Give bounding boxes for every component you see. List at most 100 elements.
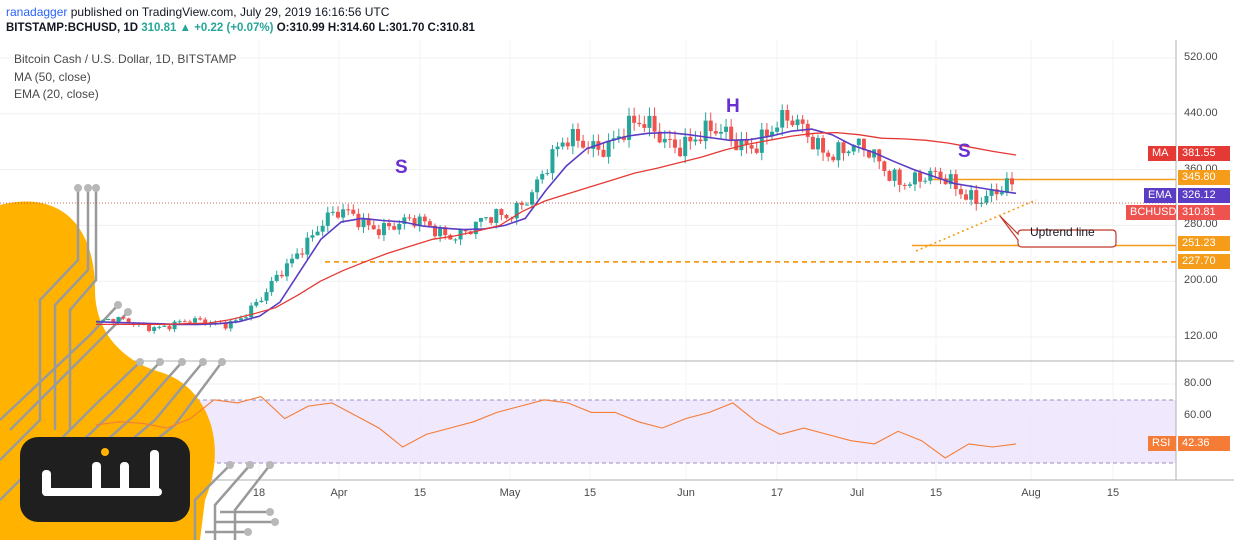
candle-body	[892, 169, 897, 181]
candle-body	[387, 223, 392, 227]
author-link[interactable]: ranadagger	[6, 5, 67, 19]
ohlc-values: O:310.99 H:314.60 L:301.70 C:310.81	[276, 22, 475, 34]
symbol-name: BITSTAMP:BCHUSD, 1D	[6, 22, 139, 34]
candle-body	[147, 324, 152, 331]
circuit-node	[74, 184, 82, 192]
candle-body	[683, 136, 688, 157]
candle-body	[560, 142, 565, 147]
candle-body	[499, 209, 504, 216]
candle-body	[810, 136, 815, 150]
candle-body	[101, 319, 106, 321]
candle-body	[718, 131, 723, 134]
candle-body	[688, 136, 693, 142]
circuit-node	[271, 518, 279, 526]
candle-body	[381, 223, 386, 236]
candle-body	[392, 226, 397, 230]
candle-body	[790, 120, 795, 126]
candle-body	[555, 146, 560, 150]
symbol-line: BITSTAMP:BCHUSD, 1D 310.81 ▲ +0.22 (+0.0…	[6, 22, 475, 34]
candle-body	[341, 209, 346, 218]
candle-body	[958, 189, 963, 195]
candle-body	[259, 300, 264, 302]
candlesticks	[96, 104, 1014, 334]
candle-body	[290, 258, 295, 264]
candle-body	[254, 301, 259, 306]
price-tick-label: 520.00	[1184, 51, 1218, 63]
candle-body	[238, 318, 243, 321]
candle-body	[453, 239, 458, 241]
date-tick-label: Apr	[330, 487, 348, 499]
candle-body	[754, 148, 759, 153]
candle-body	[269, 280, 274, 293]
candle-body	[295, 253, 300, 259]
candle-body	[279, 274, 284, 277]
price-tick-label: 280.00	[1184, 218, 1218, 231]
candle-body	[999, 192, 1004, 195]
candle-body	[969, 190, 974, 200]
candle-body	[923, 180, 928, 182]
pattern-left-shoulder: S	[395, 157, 408, 178]
ma-tag-label: MA	[1148, 146, 1176, 161]
rsi-tag-value: 42.36	[1178, 436, 1230, 451]
price-tick-label: 440.00	[1184, 106, 1218, 119]
candle-body	[912, 172, 917, 185]
candle-body	[815, 138, 820, 150]
circuit-node	[114, 301, 122, 309]
circuit-node	[178, 358, 186, 366]
candle-body	[407, 217, 412, 219]
candle-body	[524, 204, 529, 206]
rsi-tick-label: 80.00	[1184, 377, 1212, 389]
candle-body	[330, 211, 335, 213]
candle-body	[198, 318, 203, 320]
circuit-node	[199, 358, 207, 366]
candle-body	[841, 142, 846, 154]
ema-tag-label: EMA	[1144, 188, 1176, 203]
candle-body	[785, 110, 790, 121]
date-tick-label: 15	[413, 487, 427, 499]
candle-body	[938, 171, 943, 179]
candle-body	[918, 172, 923, 182]
candle-body	[831, 156, 836, 161]
candle-body	[397, 223, 402, 230]
level-251-tag: 251.23	[1178, 236, 1230, 251]
candle-body	[729, 126, 734, 141]
candle-body	[167, 325, 172, 330]
candle-body	[116, 317, 121, 323]
ma-line	[96, 131, 1017, 326]
publish-line: ranadagger published on TradingView.com,…	[6, 5, 389, 19]
watermark-logo	[0, 184, 279, 540]
candle-body	[182, 321, 187, 323]
candle-body	[325, 212, 330, 226]
candle-body	[642, 124, 647, 128]
circuit-node	[244, 528, 252, 536]
candle-body	[698, 139, 703, 142]
candle-body	[484, 217, 489, 219]
ma-legend[interactable]: MA (50, close)	[14, 70, 91, 84]
circuit-node	[92, 184, 100, 192]
candle-body	[575, 128, 580, 141]
candle-body	[315, 231, 320, 236]
candle-body	[856, 138, 861, 146]
candle-body	[530, 192, 535, 205]
candle-body	[310, 235, 315, 238]
price-tick-label: 200.00	[1184, 274, 1218, 287]
candle-body	[667, 138, 672, 140]
pattern-right-shoulder: S	[958, 141, 971, 162]
candle-body	[734, 140, 739, 151]
candle-body	[535, 179, 540, 193]
date-tick-label: 18	[252, 487, 266, 499]
candle-body	[601, 149, 606, 157]
ema-legend[interactable]: EMA (20, close)	[14, 87, 99, 101]
price-chart	[0, 40, 1234, 540]
circuit-node	[266, 508, 274, 516]
candle-body	[749, 145, 754, 149]
candle-body	[713, 131, 718, 134]
circuit-node	[218, 358, 226, 366]
circuit-node	[266, 461, 274, 469]
candle-body	[632, 115, 637, 123]
candle-body	[565, 142, 570, 147]
candle-body	[371, 225, 376, 230]
candle-body	[795, 119, 800, 126]
candle-body	[478, 217, 483, 222]
candle-body	[106, 318, 111, 320]
